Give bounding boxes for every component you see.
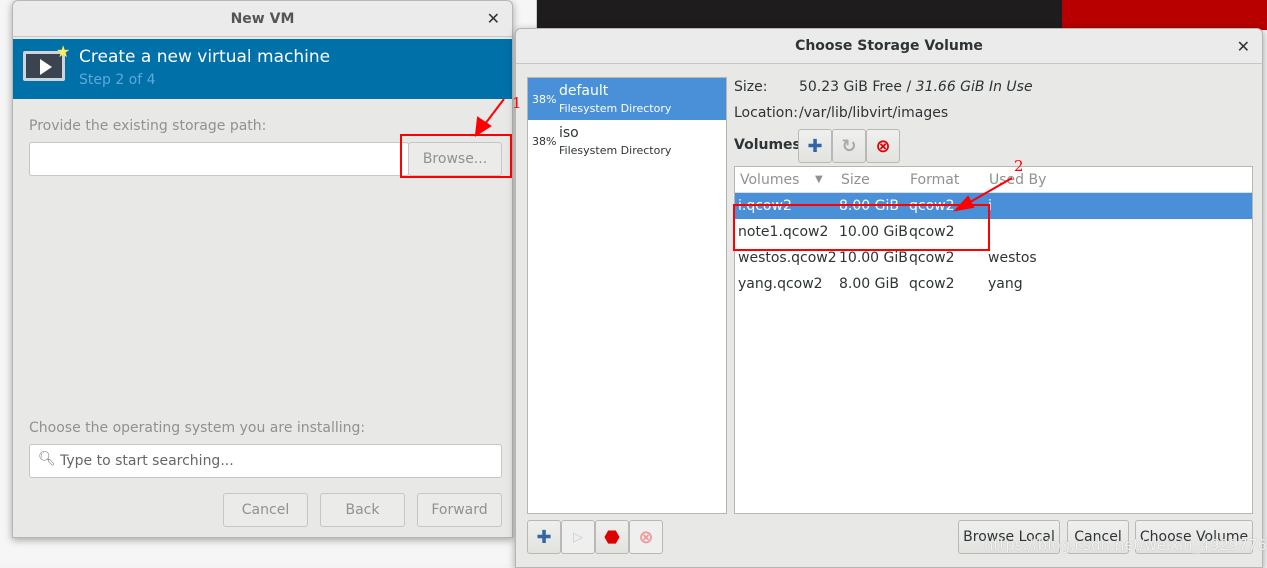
arrow-head-2 xyxy=(953,195,975,212)
annotation-arrows xyxy=(474,98,1013,212)
annotation-label-2: 2 xyxy=(1014,157,1024,175)
watermark: https://blog.csdn.net/weixin_49297769 xyxy=(984,536,1267,554)
annotation-arrow-2 xyxy=(964,177,1013,206)
annotation-label-1: 1 xyxy=(512,94,522,112)
